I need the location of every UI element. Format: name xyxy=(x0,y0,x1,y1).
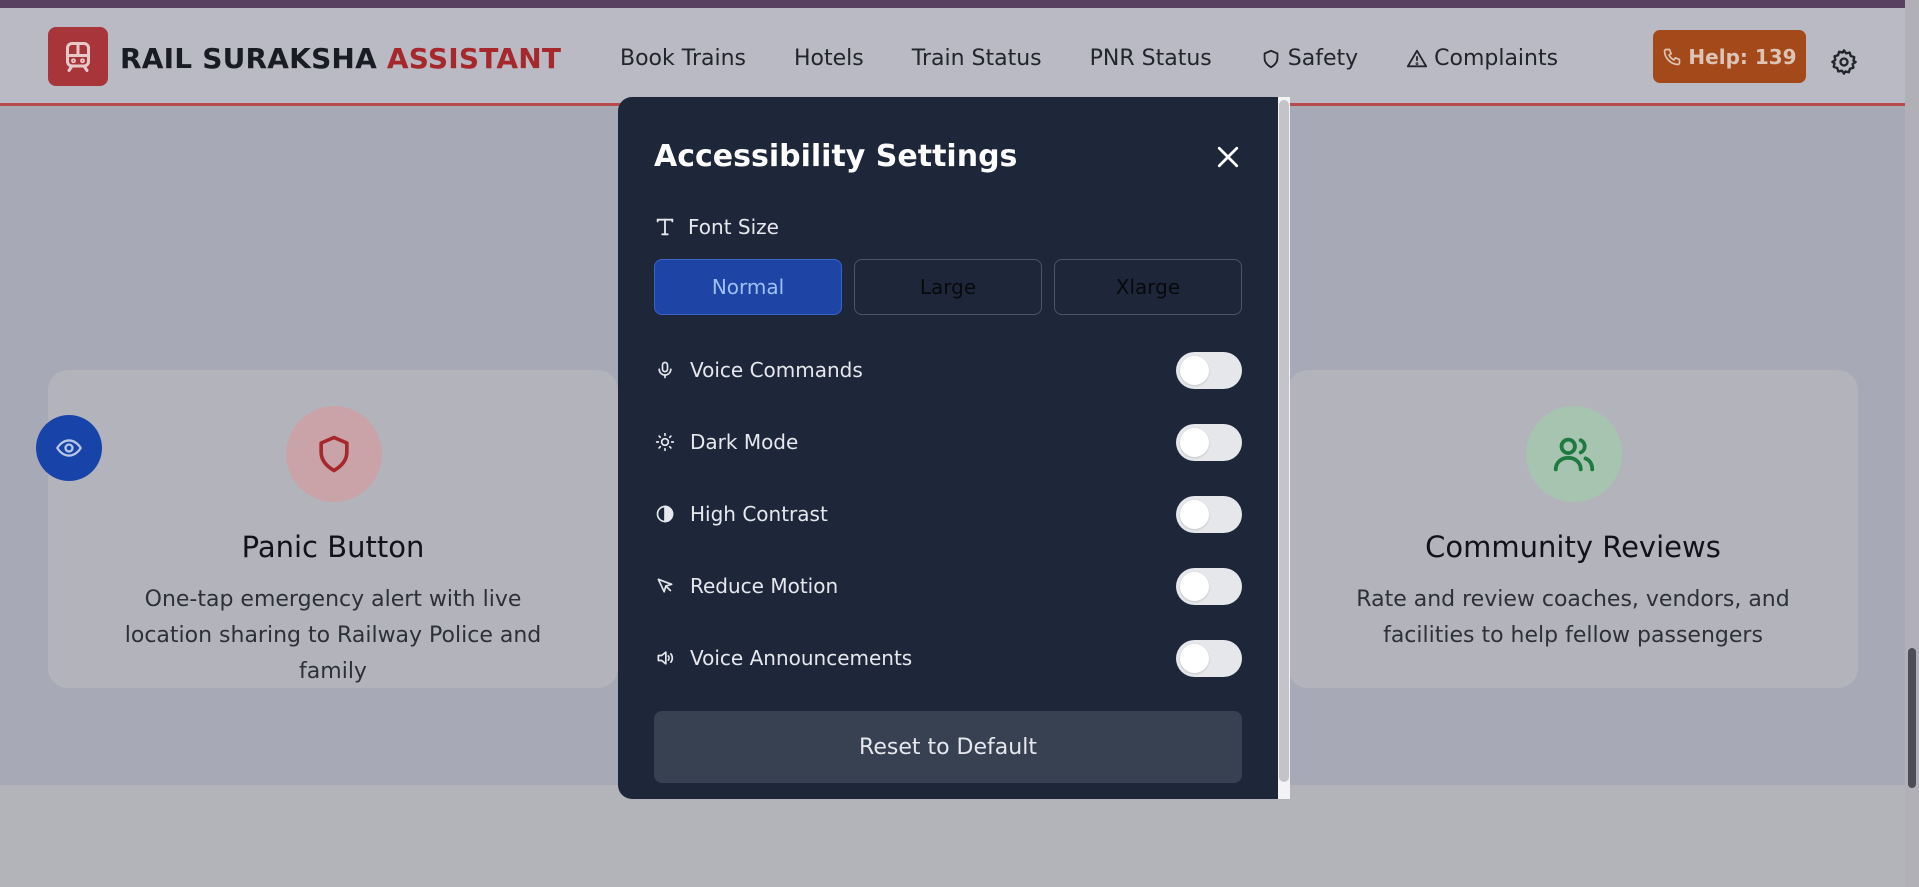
card-title: Community Reviews xyxy=(1425,530,1721,564)
top-accent-stripe xyxy=(0,0,1919,8)
nav-pnr-status[interactable]: PNR Status xyxy=(1090,46,1212,71)
sun-icon xyxy=(654,431,676,453)
nav-complaints[interactable]: Complaints xyxy=(1406,46,1558,71)
pointer-icon xyxy=(654,575,676,597)
font-size-large-button[interactable]: Large xyxy=(854,259,1042,315)
page-scrollbar-thumb[interactable] xyxy=(1908,648,1916,788)
train-logo-icon[interactable] xyxy=(48,27,108,86)
nav-train-status[interactable]: Train Status xyxy=(912,46,1042,71)
toggle-row-dark-mode: Dark Mode xyxy=(654,422,1242,462)
panic-shield-icon xyxy=(286,406,382,502)
feature-card-community-reviews: Community Reviews Rate and review coache… xyxy=(1288,370,1858,688)
font-size-normal-button[interactable]: Normal xyxy=(654,259,842,315)
toggle-row-high-contrast: High Contrast xyxy=(654,494,1242,534)
feature-card-panic-button: Panic Button One-tap emergency alert wit… xyxy=(48,370,618,688)
dialog-title: Accessibility Settings xyxy=(654,139,1018,174)
nav-safety[interactable]: Safety xyxy=(1260,46,1358,71)
help-call-label: Help: 139 xyxy=(1688,44,1797,69)
card-description: Rate and review coaches, vendors, and fa… xyxy=(1356,587,1790,648)
brand-name-accent: ASSISTANT xyxy=(386,42,562,75)
voice-commands-toggle[interactable] xyxy=(1176,352,1242,389)
voice-announcements-toggle[interactable] xyxy=(1176,640,1242,677)
toggle-label: Voice Commands xyxy=(690,358,863,382)
brand-name-primary: RAIL SURAKSHA xyxy=(120,42,377,75)
dark-mode-toggle[interactable] xyxy=(1176,424,1242,461)
phone-icon xyxy=(1664,48,1681,65)
dialog-scrollbar-thumb[interactable] xyxy=(1279,100,1289,782)
card-description: One-tap emergency alert with live locati… xyxy=(124,587,542,684)
reset-to-default-button[interactable]: Reset to Default xyxy=(654,711,1242,783)
font-size-xlarge-button[interactable]: Xlarge xyxy=(1054,259,1242,315)
help-call-button[interactable]: Help: 139 xyxy=(1653,30,1806,83)
toggle-label: High Contrast xyxy=(690,502,828,526)
nav-safety-label: Safety xyxy=(1287,46,1359,71)
contrast-icon xyxy=(654,503,676,525)
eye-icon xyxy=(56,439,82,457)
settings-gear-icon[interactable] xyxy=(1830,48,1858,76)
main-nav: Book Trains Hotels Train Status PNR Stat… xyxy=(620,46,1606,71)
toggle-label: Dark Mode xyxy=(690,430,799,454)
high-contrast-toggle[interactable] xyxy=(1176,496,1242,533)
accessibility-settings-dialog: Accessibility Settings Font Size Normal … xyxy=(618,97,1278,799)
reduce-motion-toggle[interactable] xyxy=(1176,568,1242,605)
font-size-section: Font Size xyxy=(654,215,779,239)
shield-icon xyxy=(1263,49,1279,68)
type-icon xyxy=(656,218,674,236)
card-title: Panic Button xyxy=(241,530,425,564)
lower-section xyxy=(0,785,1905,887)
toggle-label: Voice Announcements xyxy=(690,646,913,670)
warning-icon xyxy=(1407,49,1428,67)
toggle-label: Reduce Motion xyxy=(690,574,839,598)
users-icon xyxy=(1526,406,1622,502)
nav-hotels[interactable]: Hotels xyxy=(794,46,864,71)
toggle-row-voice-commands: Voice Commands xyxy=(654,350,1242,390)
nav-book-trains[interactable]: Book Trains xyxy=(620,46,746,71)
brand-name[interactable]: RAIL SURAKSHA ASSISTANT xyxy=(120,42,561,75)
close-icon[interactable] xyxy=(1213,142,1243,172)
font-size-label: Font Size xyxy=(688,215,779,239)
mic-icon xyxy=(654,359,676,381)
accessibility-eye-button[interactable] xyxy=(36,415,102,481)
nav-complaints-label: Complaints xyxy=(1434,46,1559,71)
toggle-row-voice-announcements: Voice Announcements xyxy=(654,638,1242,678)
toggle-row-reduce-motion: Reduce Motion xyxy=(654,566,1242,606)
speaker-icon xyxy=(654,647,676,669)
site-header: RAIL SURAKSHA ASSISTANT Book Trains Hote… xyxy=(0,8,1905,106)
